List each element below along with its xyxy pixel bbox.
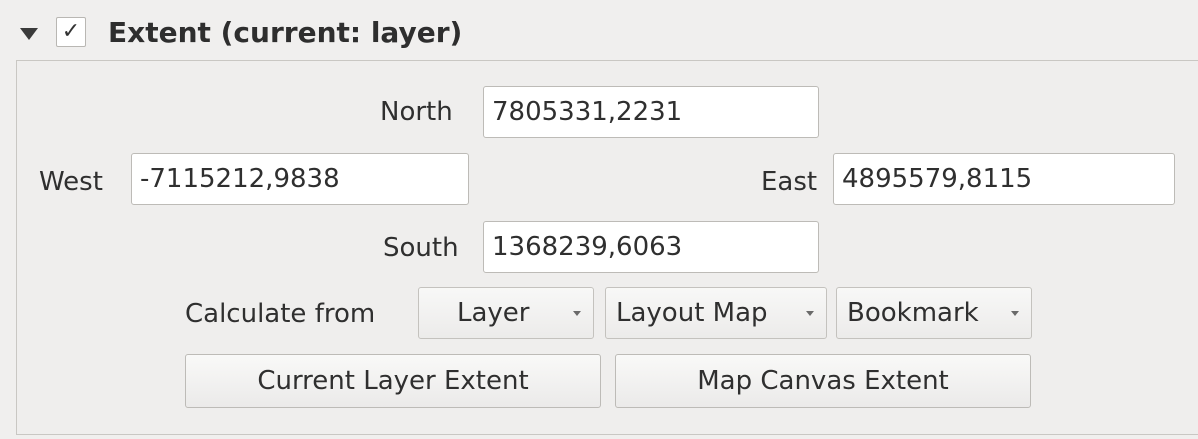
layout-map-dropdown[interactable]: Layout Map (605, 287, 827, 339)
east-input[interactable] (833, 153, 1175, 205)
layer-dropdown-label: Layer (457, 298, 530, 328)
extent-group-title: Extent (current: layer) (108, 16, 463, 49)
extent-panel: ✓ Extent (current: layer) North West Eas… (0, 0, 1198, 439)
chevron-down-icon (806, 311, 814, 316)
south-input[interactable] (483, 221, 819, 273)
extent-checkbox[interactable]: ✓ (56, 17, 86, 47)
west-label: West (39, 167, 103, 197)
south-label: South (383, 233, 459, 263)
layout-map-dropdown-label: Layout Map (616, 298, 768, 328)
west-input[interactable] (131, 153, 469, 205)
east-label: East (761, 167, 818, 197)
north-input[interactable] (483, 86, 819, 138)
calculate-from-label: Calculate from (185, 299, 376, 329)
bookmark-dropdown-label: Bookmark (847, 298, 979, 328)
map-canvas-extent-button[interactable]: Map Canvas Extent (615, 354, 1031, 408)
collapse-arrow-icon[interactable] (20, 28, 38, 40)
checkmark-icon: ✓ (61, 19, 81, 44)
north-label: North (380, 97, 453, 127)
extent-group-header[interactable]: ✓ Extent (current: layer) (0, 0, 1198, 60)
current-layer-extent-button[interactable]: Current Layer Extent (185, 354, 601, 408)
chevron-down-icon (573, 311, 581, 316)
layer-dropdown[interactable]: Layer (418, 287, 594, 339)
chevron-down-icon (1011, 311, 1019, 316)
bookmark-dropdown[interactable]: Bookmark (836, 287, 1032, 339)
extent-group-box: North West East South Calculate from Lay… (16, 60, 1198, 435)
